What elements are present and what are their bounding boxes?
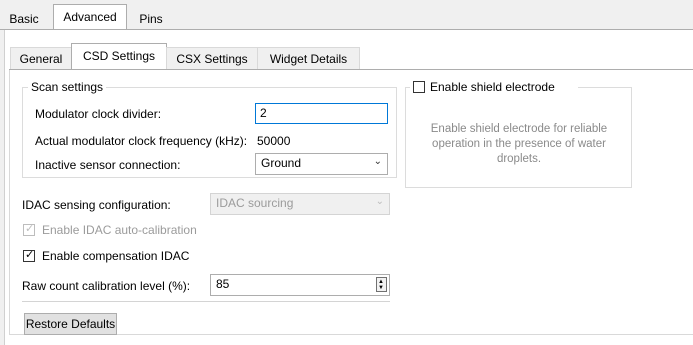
raw-count-stepper[interactable]: 85 ▲ ▼ — [210, 274, 390, 296]
mod-clock-divider-input[interactable]: 2 — [255, 103, 388, 124]
mod-clock-divider-label: Modulator clock divider: — [35, 107, 162, 121]
tab-csx-settings[interactable]: CSX Settings — [166, 47, 258, 69]
stepper-arrows-icon[interactable]: ▲ ▼ — [376, 277, 387, 292]
raw-count-label: Raw count calibration level (%): — [22, 279, 191, 293]
shield-info-line-2: operation in the presence of water — [432, 138, 606, 150]
raw-count-value: 85 — [216, 277, 230, 291]
actual-freq-label: Actual modulator clock frequency (kHz): — [35, 134, 248, 148]
checkmark-icon: ✓ — [25, 249, 35, 261]
tab-advanced[interactable]: Advanced — [53, 4, 127, 30]
tab-general[interactable]: General — [10, 47, 72, 69]
idac-auto-cal-checkbox: ✓ — [23, 223, 35, 236]
separator — [22, 301, 390, 302]
idac-config-label: IDAC sensing configuration: — [22, 198, 171, 212]
idac-compensation-row[interactable]: ✓ Enable compensation IDAC — [22, 248, 222, 264]
idac-compensation-checkbox[interactable]: ✓ — [23, 249, 35, 262]
actual-freq-value: 50000 — [257, 134, 291, 148]
idac-auto-cal-row: ✓ Enable IDAC auto-calibration — [22, 222, 242, 238]
idac-config-select: IDAC sourcing ⌄ — [210, 193, 390, 215]
tab-pins[interactable]: Pins — [132, 8, 170, 30]
shield-checkbox-row[interactable]: Enable shield electrode — [410, 79, 578, 95]
inactive-sensor-label: Inactive sensor connection: — [35, 158, 181, 172]
idac-compensation-label: Enable compensation IDAC — [42, 249, 190, 263]
checkmark-icon: ✓ — [25, 223, 35, 235]
shield-info-text: Enable shield electrode for reliable ope… — [406, 122, 632, 167]
shield-info-line-1: Enable shield electrode for reliable — [430, 123, 608, 135]
tab-basic[interactable]: Basic — [4, 8, 44, 30]
idac-auto-cal-label: Enable IDAC auto-calibration — [42, 223, 197, 237]
tab-widget-details[interactable]: Widget Details — [257, 47, 360, 69]
restore-defaults-button[interactable]: Restore Defaults — [24, 313, 117, 335]
inactive-sensor-value: Ground — [261, 156, 302, 170]
shield-info-line-3: droplets. — [496, 153, 542, 165]
scan-settings-title: Scan settings — [28, 80, 107, 94]
chevron-down-icon: ⌄ — [373, 156, 382, 167]
tab-csd-settings[interactable]: CSD Settings — [71, 43, 167, 70]
inactive-sensor-select[interactable]: Ground ⌄ — [255, 153, 388, 175]
shield-checkbox[interactable] — [413, 81, 425, 93]
idac-config-value: IDAC sourcing — [216, 196, 294, 210]
chevron-down-icon: ⌄ — [375, 196, 384, 207]
shield-checkbox-label: Enable shield electrode — [430, 80, 555, 94]
